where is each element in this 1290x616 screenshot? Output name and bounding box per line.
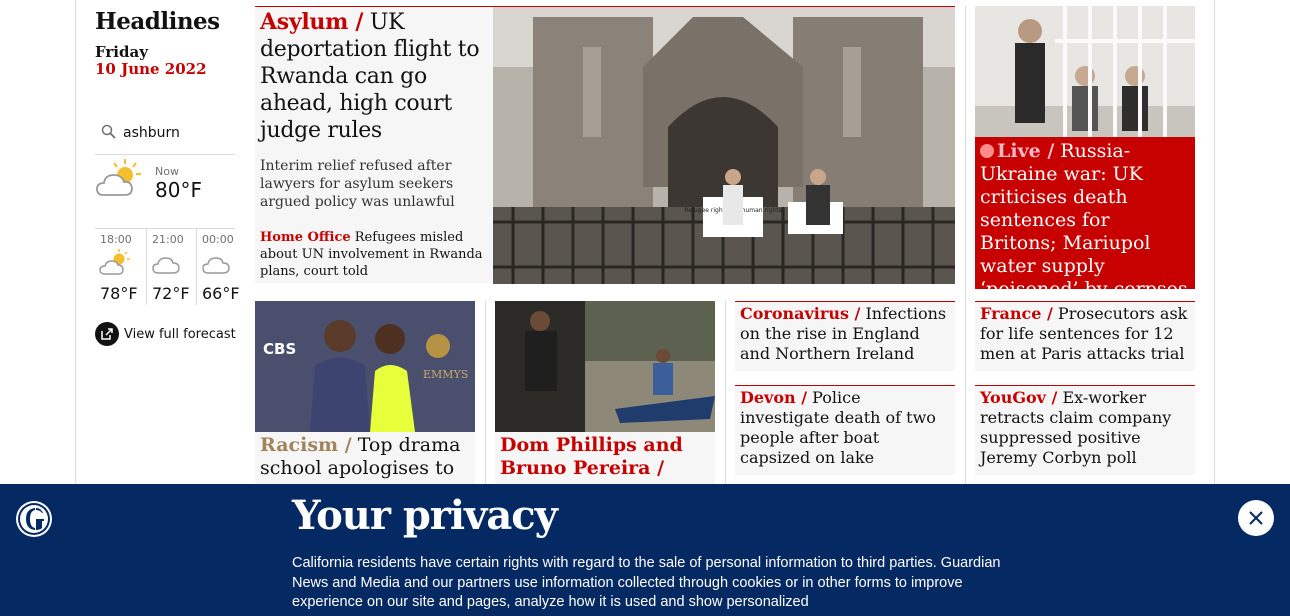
card-kicker: YouGov / xyxy=(980,388,1058,407)
racism-story-card[interactable]: CBS EMMYS Racism / Top drama school apol… xyxy=(255,301,475,484)
card-headline[interactable]: YouGov / Ex-worker retracts claim compan… xyxy=(980,388,1190,468)
main-standfirst: Interim relief refused after lawyers for… xyxy=(260,158,455,210)
live-headline-text: Russia-Ukraine war: UK criticises death … xyxy=(980,140,1188,300)
main-kicker: Asylum / xyxy=(260,9,364,35)
dom-phillips-kicker: Dom Phillips and Bruno Pereira / xyxy=(500,434,683,479)
forecast-time: 18:00 xyxy=(100,233,132,246)
search-icon xyxy=(101,124,116,139)
now-label: Now xyxy=(155,165,179,178)
guardian-logo-icon xyxy=(16,501,52,537)
location-value: ashburn xyxy=(123,125,180,141)
france-story-card[interactable]: France / Prosecutors ask for life senten… xyxy=(975,301,1195,371)
card-headline[interactable]: France / Prosecutors ask for life senten… xyxy=(980,304,1190,364)
external-link-icon xyxy=(95,322,119,346)
column-divider xyxy=(485,301,486,485)
main-story-photo: Refugee rights are human rights xyxy=(493,7,955,284)
now-temperature: 80°F xyxy=(155,178,202,202)
photo-emmys-text: EMMYS xyxy=(423,368,468,381)
live-kicker: Live / xyxy=(997,140,1055,162)
current-weather: Now 80°F xyxy=(95,155,235,229)
forecast-time: 00:00 xyxy=(202,233,234,246)
coronavirus-story-card[interactable]: Coronavirus / Infections on the rise in … xyxy=(735,301,955,371)
live-story-card[interactable]: Live / Russia-Ukraine war: UK criticises… xyxy=(975,6,1195,300)
close-icon xyxy=(1249,511,1263,525)
photo-cbs-text: CBS xyxy=(263,340,296,358)
devon-story-card[interactable]: Devon / Police investigate death of two … xyxy=(735,385,955,475)
view-full-forecast-link[interactable]: View full forecast xyxy=(95,321,236,347)
forecast-slot: 18:00 78°F xyxy=(95,229,144,305)
cloud-icon xyxy=(152,257,180,274)
partly-sunny-icon xyxy=(96,159,141,196)
main-sublink[interactable]: Home Office Refugees misled about UN inv… xyxy=(260,229,485,280)
privacy-banner: Your privacy California residents have c… xyxy=(0,484,1290,616)
forecast-temp: 66°F xyxy=(202,284,240,303)
card-kicker: Coronavirus / xyxy=(740,304,861,323)
date-full: 10 June 2022 xyxy=(95,60,207,78)
live-story-photo xyxy=(975,6,1195,137)
card-headline[interactable]: Coronavirus / Infections on the rise in … xyxy=(740,304,950,364)
card-kicker: France / xyxy=(980,304,1053,323)
privacy-title: Your privacy xyxy=(292,492,558,539)
forecast-temp: 78°F xyxy=(100,284,138,303)
forecast-slot: 21:00 72°F xyxy=(146,229,195,305)
live-headline[interactable]: Live / Russia-Ukraine war: UK criticises… xyxy=(980,140,1192,301)
column-divider xyxy=(965,6,966,485)
story-photo xyxy=(495,301,715,432)
card-headline[interactable]: Devon / Police investigate death of two … xyxy=(740,388,950,468)
yougov-story-card[interactable]: YouGov / Ex-worker retracts claim compan… xyxy=(975,385,1195,475)
privacy-body: California residents have certain rights… xyxy=(292,555,1001,610)
racism-headline[interactable]: Racism / Top drama school apologises to xyxy=(260,434,472,480)
story-photo: CBS EMMYS xyxy=(255,301,475,432)
racism-kicker: Racism / xyxy=(260,434,352,456)
forecast-time: 21:00 xyxy=(152,233,184,246)
sublink-kicker: Home Office xyxy=(260,230,351,245)
location-search[interactable]: ashburn xyxy=(95,118,235,155)
dom-phillips-headline[interactable]: Dom Phillips and Bruno Pereira / xyxy=(500,434,712,480)
column-divider xyxy=(725,301,726,485)
dom-phillips-story-card[interactable]: Dom Phillips and Bruno Pereira / xyxy=(495,301,715,484)
forecast-temp: 72°F xyxy=(152,284,190,303)
partly-sunny-icon xyxy=(99,249,130,275)
cloud-icon xyxy=(202,257,230,274)
card-kicker: Devon / xyxy=(740,388,808,407)
date-day: Friday xyxy=(95,43,148,61)
live-pulse-icon xyxy=(980,144,994,158)
main-story-card[interactable]: Asylum / UK deportation flight to Rwanda… xyxy=(255,6,955,284)
close-button[interactable] xyxy=(1238,500,1274,536)
forecast-slot: 00:00 66°F xyxy=(196,229,245,305)
view-forecast-label: View full forecast xyxy=(124,326,236,342)
section-title: Headlines xyxy=(95,8,220,35)
main-headline[interactable]: Asylum / UK deportation flight to Rwanda… xyxy=(260,9,488,144)
